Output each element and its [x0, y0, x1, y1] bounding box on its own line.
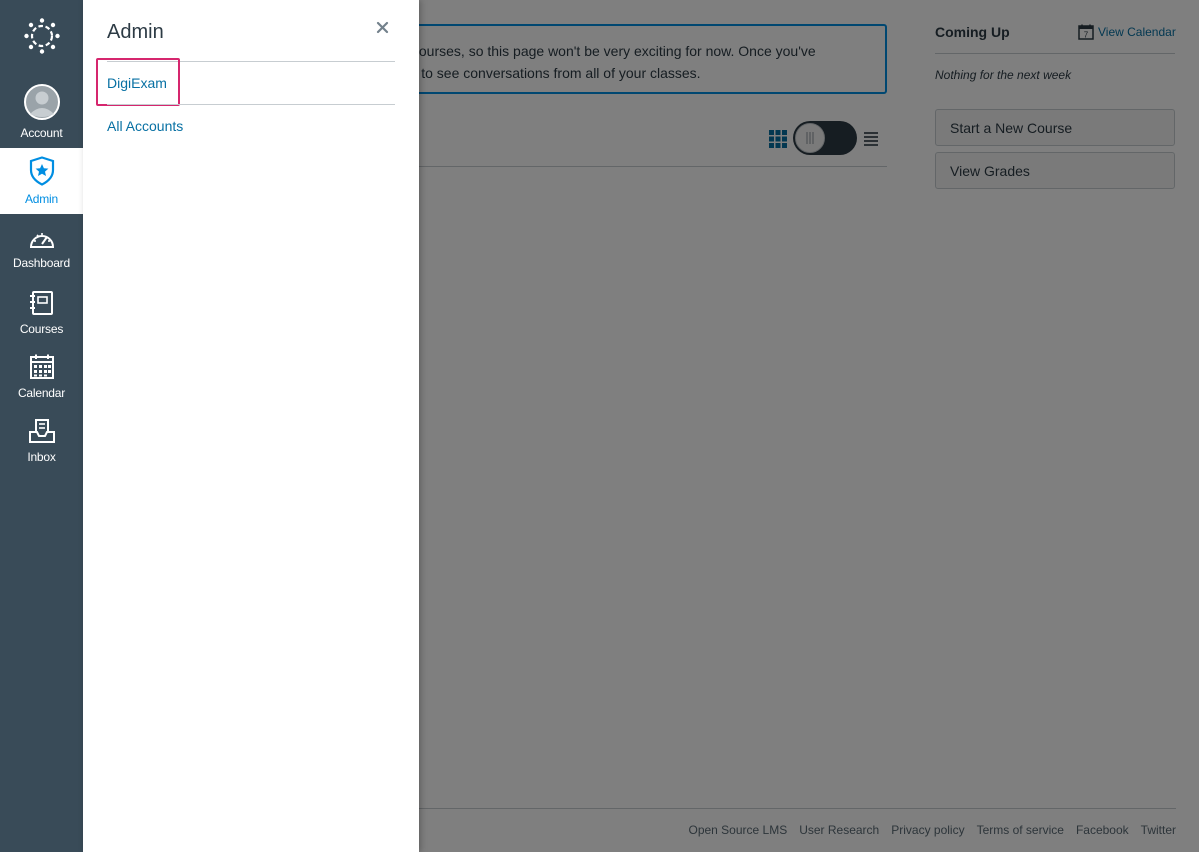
nav-inbox-label: Inbox	[27, 450, 56, 464]
tray-link-digiexam[interactable]: DigiExam	[107, 75, 167, 91]
account-avatar-icon	[23, 84, 60, 123]
canvas-logo[interactable]	[0, 0, 83, 76]
nav-account[interactable]: Account	[0, 84, 83, 142]
nav-admin[interactable]: Admin	[0, 148, 83, 214]
nav-calendar-label: Calendar	[17, 386, 66, 400]
close-icon[interactable]	[375, 20, 391, 36]
canvas-logo-icon	[23, 17, 60, 59]
courses-book-icon	[29, 290, 55, 319]
nav-calendar[interactable]: Calendar	[0, 354, 83, 404]
nav-dashboard-label: Dashboard	[13, 256, 70, 270]
nav-inbox[interactable]: Inbox	[0, 418, 83, 468]
nav-courses-label: Courses	[19, 322, 64, 336]
nav-admin-label: Admin	[24, 192, 58, 206]
dashboard-gauge-icon	[28, 228, 56, 253]
calendar-icon	[29, 354, 55, 383]
shield-icon	[28, 156, 56, 189]
nav-courses[interactable]: Courses	[0, 290, 83, 340]
tray-divider-bottom	[107, 104, 395, 105]
tray-title: Admin	[107, 21, 164, 43]
nav-account-label: Account	[20, 126, 63, 140]
admin-tray: Admin DigiExam All Accounts	[83, 0, 419, 852]
global-navigation: Account Admin Dashboard Courses Calendar…	[0, 0, 83, 852]
nav-dashboard[interactable]: Dashboard	[0, 228, 83, 276]
inbox-tray-icon	[28, 418, 56, 447]
tray-link-all-accounts[interactable]: All Accounts	[107, 118, 183, 134]
